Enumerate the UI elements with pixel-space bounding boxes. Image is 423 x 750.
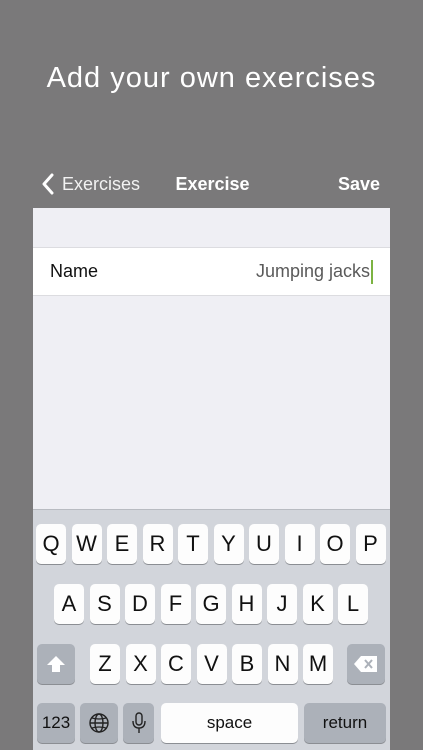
microphone-key[interactable]	[123, 703, 154, 743]
return-key[interactable]: return	[304, 703, 386, 743]
numbers-key[interactable]: 123	[37, 703, 75, 743]
key-o[interactable]: O	[320, 524, 350, 564]
key-b[interactable]: B	[232, 644, 262, 684]
key-q[interactable]: Q	[36, 524, 66, 564]
back-button-label: Exercises	[62, 173, 141, 194]
key-s[interactable]: S	[89, 584, 120, 624]
key-p[interactable]: P	[355, 524, 386, 564]
key-z[interactable]: Z	[90, 644, 120, 684]
key-x[interactable]: X	[125, 644, 156, 684]
key-j[interactable]: J	[267, 584, 297, 624]
shift-key[interactable]	[37, 644, 75, 684]
key-c[interactable]: C	[161, 644, 191, 684]
shift-icon	[47, 656, 65, 672]
key-n[interactable]: N	[267, 644, 298, 684]
phone-screen: Exercises Exercise Save Name Jumping jac…	[33, 160, 390, 750]
key-y[interactable]: Y	[213, 524, 244, 564]
delete-icon	[354, 656, 377, 672]
navigation-bar: Exercises Exercise Save	[33, 160, 390, 208]
promo-headline: Add your own exercises	[46, 62, 377, 94]
page-title-text: Exercise	[175, 174, 250, 194]
key-u[interactable]: U	[249, 524, 279, 564]
key-g[interactable]: G	[196, 584, 226, 624]
key-h[interactable]: H	[231, 584, 262, 624]
globe-key[interactable]	[80, 703, 118, 743]
key-a[interactable]: A	[54, 584, 84, 624]
name-input[interactable]: Jumping jacks	[256, 248, 373, 295]
globe-icon	[89, 713, 109, 733]
key-d[interactable]: D	[125, 584, 155, 624]
space-key[interactable]: space	[161, 703, 298, 743]
key-r[interactable]: R	[142, 524, 173, 564]
name-input-value: Jumping jacks	[255, 261, 370, 281]
name-field-row[interactable]: Name Jumping jacks	[33, 247, 390, 296]
keyboard: QWERTYUIOP ASDFGHJKL ZXCVBNM 123 space r…	[33, 509, 390, 750]
key-i[interactable]: I	[284, 524, 315, 564]
key-v[interactable]: V	[196, 644, 227, 684]
key-k[interactable]: K	[302, 584, 333, 624]
key-f[interactable]: F	[160, 584, 191, 624]
key-m[interactable]: M	[303, 644, 333, 684]
key-l[interactable]: L	[338, 584, 368, 624]
key-t[interactable]: T	[178, 524, 208, 564]
name-label: Name	[50, 261, 99, 281]
save-button[interactable]: Save	[338, 160, 380, 208]
chevron-left-icon	[42, 173, 54, 195]
key-e[interactable]: E	[107, 524, 137, 564]
text-cursor	[371, 259, 373, 284]
back-button[interactable]: Exercises	[41, 160, 140, 208]
microphone-icon	[131, 712, 146, 733]
key-w[interactable]: W	[71, 524, 102, 564]
delete-key[interactable]	[347, 644, 385, 684]
